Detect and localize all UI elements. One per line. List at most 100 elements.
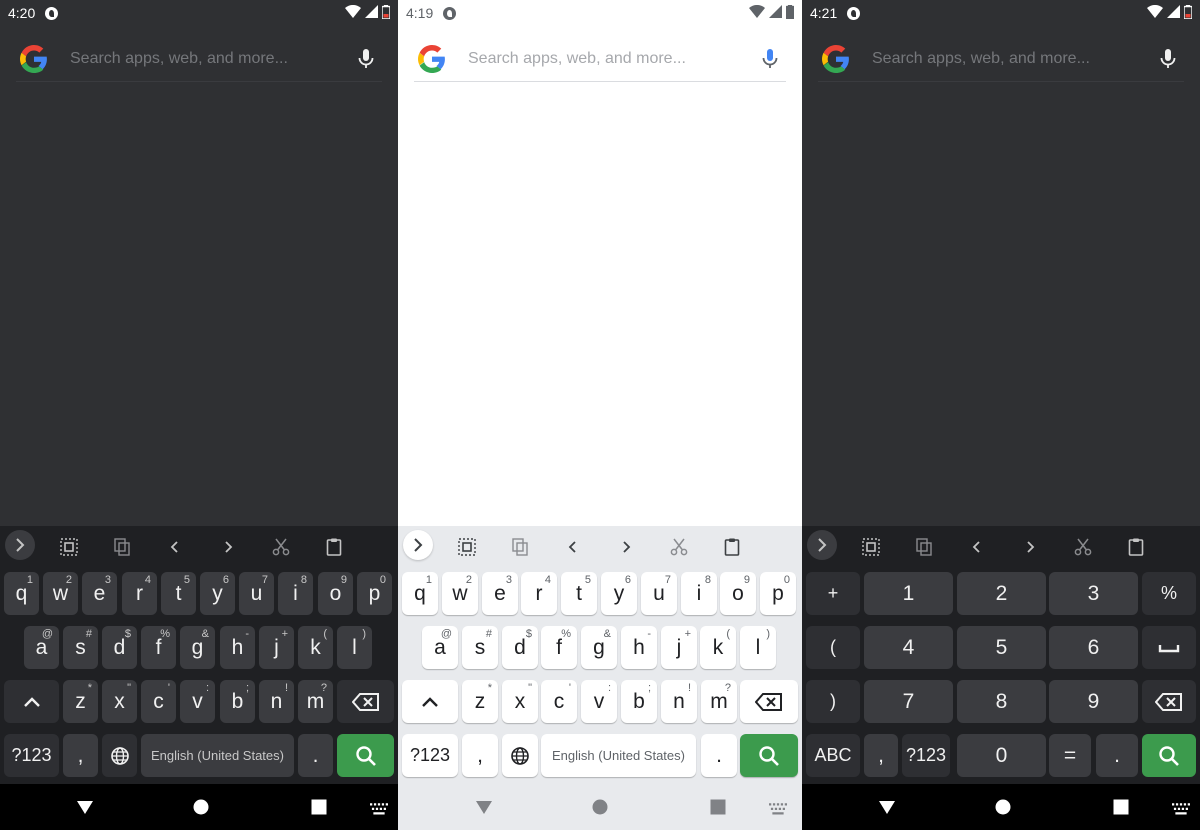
key-i[interactable]: i8 xyxy=(681,572,717,615)
key-t[interactable]: t5 xyxy=(561,572,597,615)
backspace-key[interactable] xyxy=(1142,680,1196,723)
key-y[interactable]: y6 xyxy=(200,572,235,615)
recents-icon[interactable] xyxy=(709,798,727,816)
keyboard-icon[interactable] xyxy=(370,801,388,815)
key-a[interactable]: a @ xyxy=(24,626,59,669)
clipboard-icon[interactable] xyxy=(321,534,347,560)
key-w[interactable]: w2 xyxy=(442,572,478,615)
keyboard-icon[interactable] xyxy=(1172,801,1190,815)
home-icon[interactable] xyxy=(192,798,210,816)
period-key[interactable]: . xyxy=(298,734,333,777)
key-m[interactable]: m? xyxy=(701,680,737,723)
key-p[interactable]: p0 xyxy=(357,572,392,615)
cut-icon[interactable] xyxy=(1070,534,1096,560)
key-b[interactable]: b; xyxy=(621,680,657,723)
space-key[interactable]: English (United States) xyxy=(541,734,696,777)
language-key[interactable] xyxy=(502,734,538,777)
key-w[interactable]: w2 xyxy=(43,572,78,615)
num-key-9[interactable]: 9 xyxy=(1049,680,1138,723)
backspace-key[interactable] xyxy=(740,680,798,723)
key-g[interactable]: g & xyxy=(581,626,617,669)
key-b[interactable]: b; xyxy=(220,680,255,723)
key-m[interactable]: m? xyxy=(298,680,333,723)
backspace-key[interactable] xyxy=(337,680,394,723)
key-z[interactable]: z * xyxy=(63,680,98,723)
key-k[interactable]: k( xyxy=(298,626,333,669)
key-c[interactable]: c ' xyxy=(541,680,577,723)
select-all-icon[interactable] xyxy=(56,534,82,560)
copy-icon[interactable] xyxy=(109,534,135,560)
home-icon[interactable] xyxy=(994,798,1012,816)
key-t[interactable]: t5 xyxy=(161,572,196,615)
period-key[interactable]: . xyxy=(701,734,737,777)
key-h[interactable]: h- xyxy=(220,626,255,669)
key-v[interactable]: v: xyxy=(581,680,617,723)
search-input[interactable]: Search apps, web, and more... xyxy=(70,50,354,68)
key-o[interactable]: o9 xyxy=(720,572,756,615)
search-input[interactable]: Search apps, web, and more... xyxy=(872,50,1156,68)
key-u[interactable]: u7 xyxy=(641,572,677,615)
shift-key[interactable] xyxy=(4,680,59,723)
key-s[interactable]: s # xyxy=(462,626,498,669)
select-all-icon[interactable] xyxy=(454,534,480,560)
key-e[interactable]: e3 xyxy=(482,572,518,615)
percent-key[interactable]: % xyxy=(1142,572,1196,615)
key-f[interactable]: f% xyxy=(141,626,176,669)
equals-key[interactable]: = xyxy=(1049,734,1091,777)
copy-icon[interactable] xyxy=(911,534,937,560)
key-z[interactable]: z * xyxy=(462,680,498,723)
copy-icon[interactable] xyxy=(507,534,533,560)
expand-icon[interactable] xyxy=(5,530,35,560)
key-q[interactable]: q1 xyxy=(4,572,39,615)
chevron-left-icon[interactable] xyxy=(560,534,586,560)
cut-icon[interactable] xyxy=(666,534,692,560)
key-l[interactable]: l) xyxy=(337,626,372,669)
key-x[interactable]: x " xyxy=(102,680,137,723)
back-icon[interactable] xyxy=(76,798,94,816)
search-key[interactable] xyxy=(1142,734,1196,777)
key-d[interactable]: d $ xyxy=(502,626,538,669)
num-key-4[interactable]: 4 xyxy=(864,626,953,669)
abc-key[interactable]: ABC xyxy=(806,734,860,777)
search-bar[interactable]: Search apps, web, and more... xyxy=(414,36,786,82)
key-o[interactable]: o9 xyxy=(318,572,353,615)
key-h[interactable]: h- xyxy=(621,626,657,669)
num-key-5[interactable]: 5 xyxy=(957,626,1046,669)
mic-icon[interactable] xyxy=(354,47,378,71)
space-key[interactable]: English (United States) xyxy=(141,734,294,777)
chevron-left-icon[interactable] xyxy=(964,534,990,560)
num-key-0-side[interactable]: + xyxy=(806,572,860,615)
select-all-icon[interactable] xyxy=(858,534,884,560)
chevron-left-icon[interactable] xyxy=(162,534,188,560)
num-key-7[interactable]: 7 xyxy=(864,680,953,723)
comma-key[interactable]: , xyxy=(462,734,498,777)
space-key[interactable] xyxy=(1142,626,1196,669)
home-icon[interactable] xyxy=(591,798,609,816)
key-i[interactable]: i8 xyxy=(278,572,313,615)
key-n[interactable]: n! xyxy=(661,680,697,723)
key-l[interactable]: l) xyxy=(740,626,776,669)
symbols-key[interactable]: ?123 xyxy=(402,734,458,777)
symbols-key[interactable]: ?123 xyxy=(4,734,59,777)
key-e[interactable]: e3 xyxy=(82,572,117,615)
key-v[interactable]: v: xyxy=(180,680,215,723)
back-icon[interactable] xyxy=(878,798,896,816)
key-c[interactable]: c ' xyxy=(141,680,176,723)
clipboard-icon[interactable] xyxy=(1123,534,1149,560)
keyboard-icon[interactable] xyxy=(769,801,787,815)
key-p[interactable]: p0 xyxy=(760,572,796,615)
key-q[interactable]: q1 xyxy=(402,572,438,615)
search-key[interactable] xyxy=(740,734,798,777)
key-u[interactable]: u7 xyxy=(239,572,274,615)
recents-icon[interactable] xyxy=(310,798,328,816)
key-r[interactable]: r4 xyxy=(122,572,157,615)
language-key[interactable] xyxy=(102,734,137,777)
key-r[interactable]: r4 xyxy=(521,572,557,615)
comma-key[interactable]: , xyxy=(63,734,98,777)
search-key[interactable] xyxy=(337,734,394,777)
chevron-right-icon[interactable] xyxy=(215,534,241,560)
key-x[interactable]: x " xyxy=(502,680,538,723)
key-j[interactable]: j + xyxy=(259,626,294,669)
shift-key[interactable] xyxy=(402,680,458,723)
num-key-3[interactable]: 3 xyxy=(1049,572,1138,615)
